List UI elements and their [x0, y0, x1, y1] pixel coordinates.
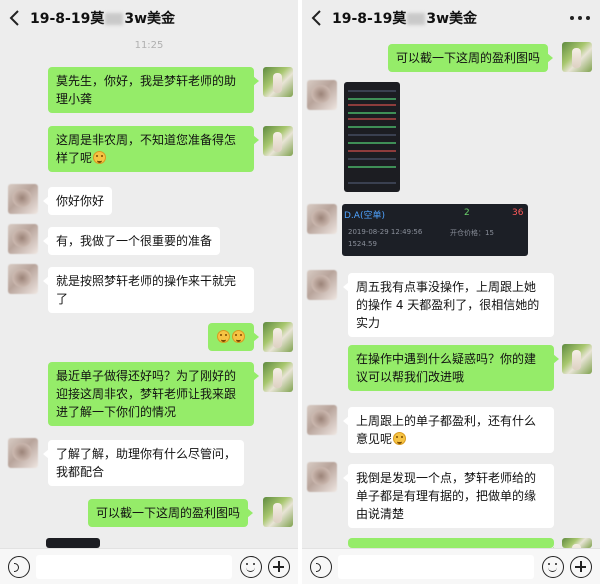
trade-symbol: D.A(空单) — [344, 211, 385, 221]
message-input[interactable] — [338, 555, 534, 579]
blurred-name — [105, 13, 124, 25]
contact-avatar[interactable] — [307, 204, 337, 234]
contact-avatar[interactable] — [8, 224, 38, 254]
message-timestamp: 11:25 — [134, 40, 164, 51]
trade-quantity: 2 — [464, 208, 470, 218]
back-arrow-icon[interactable] — [302, 0, 332, 36]
blurred-name — [407, 13, 426, 25]
contact-avatar[interactable] — [307, 462, 337, 492]
trade-value: 1524.59 — [348, 240, 377, 248]
input-bar — [0, 548, 298, 584]
image-message[interactable] — [344, 82, 400, 192]
contact-avatar[interactable] — [307, 405, 337, 435]
chat-panel-left: 19-8-19莫 3w美金 11:25 莫先生，你好，我是梦轩老师的助理小龚 这周… — [0, 0, 298, 584]
message-bubble-sent[interactable]: 这周是非农周，不知道您准备得怎样了呢 — [48, 126, 259, 172]
message-bubble-sent[interactable]: 莫先生，你好，我是梦轩老师的助理小龚 — [48, 67, 259, 113]
message-bubble-sent[interactable]: 在操作中遇到什么疑惑吗？你的建议可以帮我们改进哦 — [348, 345, 559, 391]
message-bubble-sent[interactable]: 可以截一下这周的盈利图吗 — [88, 499, 254, 527]
message-input[interactable] — [36, 555, 232, 579]
more-icon[interactable] — [570, 12, 590, 24]
trade-price: 36 — [512, 208, 524, 218]
message-bubble-received[interactable]: 你好你好 — [42, 187, 113, 215]
message-bubble-received[interactable]: 有，我做了一个很重要的准备 — [42, 227, 221, 255]
laugh-emoji-icon — [217, 330, 230, 343]
contact-avatar[interactable] — [8, 264, 38, 294]
message-bubble-received[interactable]: 了解了解，助理你有什么尽管问，我都配合 — [43, 440, 244, 486]
voice-icon[interactable] — [8, 556, 30, 578]
image-message[interactable] — [46, 538, 100, 548]
trade-time: 2019-08-29 12:49:56 — [348, 228, 423, 236]
message-bubble-received[interactable]: 就是按照梦轩老师的操作来干就完了 — [43, 267, 254, 313]
contact-avatar[interactable] — [8, 438, 38, 468]
my-avatar[interactable] — [263, 497, 293, 527]
my-avatar[interactable] — [562, 42, 592, 72]
laugh-emoji-icon — [232, 330, 245, 343]
message-bubble-sent[interactable] — [208, 323, 259, 351]
back-arrow-icon[interactable] — [0, 0, 30, 36]
message-bubble-received[interactable]: 周五我有点事没操作，上周跟上她的操作 4 天都盈利了，很相信她的实力 — [343, 273, 554, 337]
contact-avatar[interactable] — [8, 184, 38, 214]
message-bubble-sent[interactable]: 最近单子做得还好吗？为了刚好的迎接这周非农，梦轩老师让我来跟进了解一下你们的情况 — [48, 362, 259, 426]
message-bubble-received[interactable]: 上周跟上的单子都盈利，还有什么意见呢 — [343, 407, 554, 453]
trade-open-price: 开仓价格：15 — [450, 229, 494, 237]
my-avatar[interactable] — [562, 344, 592, 374]
chat-title: 19-8-19莫 3w美金 — [30, 11, 176, 27]
laugh-emoji-icon — [393, 432, 407, 445]
chat-panel-right: 19-8-19莫 3w美金 可以截一下这周的盈利图吗 D.A(空单) 2 36 2… — [302, 0, 600, 584]
contact-avatar[interactable] — [307, 270, 337, 300]
chat-title: 19-8-19莫 3w美金 — [332, 11, 478, 27]
my-avatar[interactable] — [562, 538, 592, 548]
message-bubble-sent[interactable] — [348, 538, 559, 557]
chat-header: 19-8-19莫 3w美金 — [0, 0, 298, 36]
trade-record-image[interactable]: D.A(空单) 2 36 2019-08-29 12:49:56 开仓价格：15… — [342, 204, 528, 256]
voice-icon[interactable] — [310, 556, 332, 578]
my-avatar[interactable] — [263, 126, 293, 156]
plus-icon[interactable] — [268, 556, 290, 578]
contact-avatar[interactable] — [307, 80, 337, 110]
message-bubble-sent[interactable]: 可以截一下这周的盈利图吗 — [388, 44, 554, 72]
input-bar — [302, 548, 600, 584]
emoji-icon[interactable] — [542, 556, 564, 578]
smile-emoji-icon — [93, 151, 107, 164]
plus-icon[interactable] — [570, 556, 592, 578]
my-avatar[interactable] — [263, 362, 293, 392]
my-avatar[interactable] — [263, 67, 293, 97]
emoji-icon[interactable] — [240, 556, 262, 578]
message-bubble-received[interactable]: 我倒是发现一个点，梦轩老师给的单子都是有理有据的，把做单的缘由说清楚 — [343, 464, 554, 528]
my-avatar[interactable] — [263, 322, 293, 352]
chat-header: 19-8-19莫 3w美金 — [302, 0, 600, 36]
